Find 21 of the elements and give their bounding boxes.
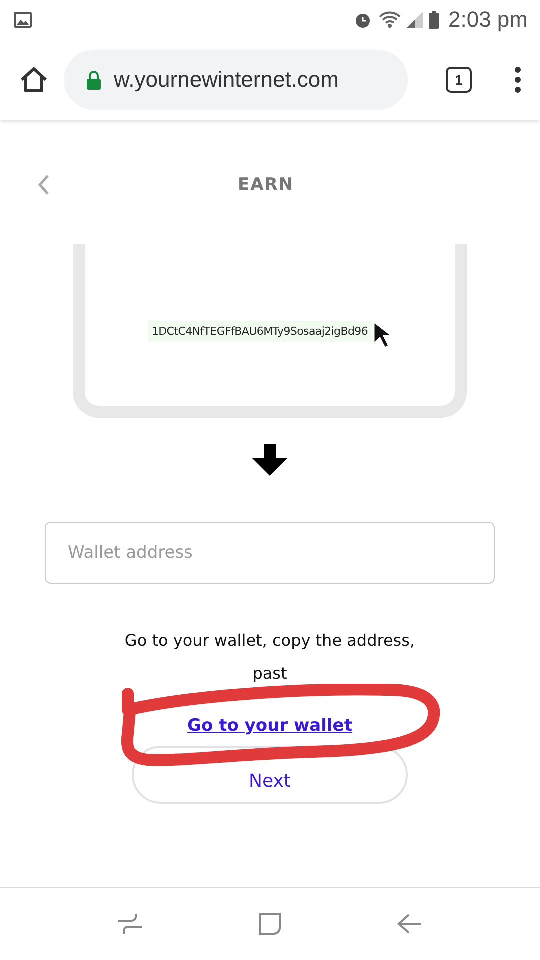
bitcoin-address: 1DCtC4NfTEGFfBAU6MTy9Sosaaj2igBd96 xyxy=(148,320,372,342)
tab-count-button[interactable]: 1 xyxy=(446,67,472,93)
more-icon[interactable] xyxy=(514,67,522,93)
signal-icon xyxy=(406,12,422,28)
page-title: EARN xyxy=(236,175,296,195)
url-text: w.yournewinternet.com xyxy=(114,67,339,93)
recent-apps-icon[interactable] xyxy=(117,913,144,935)
lock-icon xyxy=(86,70,102,90)
back-icon[interactable] xyxy=(38,174,50,196)
down-arrow-icon xyxy=(252,444,288,476)
wallet-link[interactable]: Go to your wallet xyxy=(188,716,352,736)
wifi-icon xyxy=(378,11,400,29)
image-icon xyxy=(14,12,32,28)
back-nav-icon[interactable] xyxy=(396,913,423,935)
battery-icon xyxy=(428,11,438,29)
clock-time: 2:03 pm xyxy=(448,7,528,33)
home-button-icon[interactable] xyxy=(258,912,282,936)
url-bar[interactable]: w.yournewinternet.com xyxy=(64,50,408,110)
wallet-address-field[interactable]: Wallet address xyxy=(45,522,495,584)
instruction-text: Go to your wallet, copy the address, past xyxy=(124,630,416,685)
home-icon[interactable] xyxy=(20,67,48,93)
